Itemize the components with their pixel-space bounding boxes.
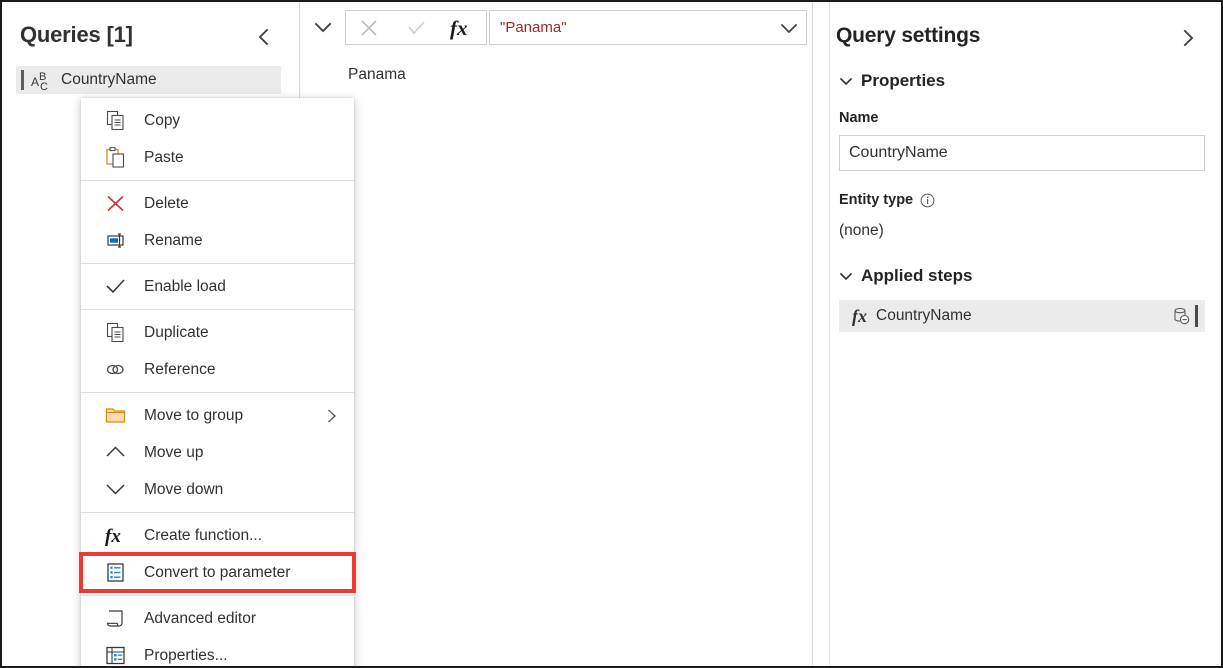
menu-item-label: Move up [144,443,204,461]
query-settings-pane: Query settings Properties Name Entity ty… [813,2,1221,666]
query-list-item-label: CountryName [61,71,157,88]
name-field-label: Name [839,110,879,126]
query-settings-title: Query settings [836,24,981,47]
menu-item-rename[interactable]: Rename [81,222,354,259]
query-list-item-countryname[interactable]: A B C CountryName [16,66,281,94]
advanced-editor-scroll-icon [98,607,132,630]
formula-bar-buttons: fx [345,10,487,45]
duplicate-icon [98,321,132,344]
preview-cell-value: Panama [348,66,406,83]
menu-item-move-down[interactable]: Move down [81,471,354,508]
menu-item-reference[interactable]: Reference [81,351,354,388]
chevron-right-icon [324,408,340,424]
menu-item-label: Enable load [144,277,226,295]
query-context-menu: Copy Paste Delete Rename Enable load Dup… [79,98,356,666]
menu-item-label: Convert to parameter [144,563,291,581]
applied-steps-section-label: Applied steps [861,266,973,285]
reference-link-icon [98,358,132,381]
entity-type-value: (none) [839,222,884,239]
menu-separator [81,309,354,310]
chevron-down-icon [98,478,132,501]
chevron-right-icon[interactable] [1178,27,1200,49]
menu-separator [81,595,354,596]
paste-icon [98,146,132,169]
settings-inner-divider [829,2,830,666]
accept-check-icon[interactable] [393,11,440,44]
delete-x-icon [98,192,132,215]
menu-item-label: Rename [144,231,203,249]
queries-header: Queries [1] [2,16,298,60]
folder-icon [98,404,132,427]
selection-accent-bar [21,70,24,90]
properties-section-header[interactable]: Properties [839,71,945,91]
queries-title: Queries [1] [20,22,133,47]
chevron-up-icon [98,441,132,464]
abc-text-type-icon: A B C [31,69,57,93]
parameter-list-icon [98,561,132,584]
step-cursor-bar [1195,305,1198,327]
data-source-settings-icon[interactable] [1171,306,1191,326]
menu-item-convert-to-parameter[interactable]: Convert to parameter [79,552,356,593]
rename-icon [98,229,132,252]
menu-item-label: Move down [144,480,224,498]
menu-separator [81,512,354,513]
properties-table-icon [98,644,132,666]
fx-icon[interactable]: fx [439,11,486,44]
formula-bar-expand-chevron-down-icon[interactable] [310,14,336,40]
menu-item-advanced-editor[interactable]: Advanced editor [81,600,354,637]
menu-item-enable-load[interactable]: Enable load [81,268,354,305]
properties-section-label: Properties [861,71,946,90]
formula-bar-input[interactable] [490,11,772,44]
menu-item-move-up[interactable]: Move up [81,434,354,471]
chevron-left-icon[interactable] [253,26,275,48]
formula-bar-input-wrap [489,10,807,45]
menu-separator [81,180,354,181]
applied-step-row[interactable]: fx CountryName [839,300,1205,332]
menu-item-label: Delete [144,194,189,212]
menu-item-label: Properties... [144,646,228,664]
copy-icon [98,109,132,132]
menu-item-properties[interactable]: Properties... [81,637,354,666]
applied-steps-section-header[interactable]: Applied steps [839,266,972,286]
svg-text:fx: fx [105,526,121,547]
menu-item-label: Copy [144,111,181,129]
checkmark-icon [98,275,132,298]
fx-icon: fx [98,524,132,548]
chevron-down-icon [839,74,853,88]
menu-separator [81,263,354,264]
svg-text:C: C [40,81,48,91]
svg-text:fx: fx [450,16,468,40]
menu-item-delete[interactable]: Delete [81,185,354,222]
menu-item-move-to-group[interactable]: Move to group [81,397,354,434]
menu-item-label: Advanced editor [144,609,257,627]
fx-icon: fx [852,305,867,326]
menu-item-label: Paste [144,148,184,166]
svg-text:A: A [31,75,39,89]
menu-item-create-function[interactable]: fx Create function... [81,517,354,554]
menu-item-copy[interactable]: Copy [81,102,354,139]
entity-type-label: Entity type [839,192,914,208]
power-query-editor-window: Queries [1] A B C CountryName fx "Panama… [0,0,1223,668]
menu-item-label: Duplicate [144,323,209,341]
name-input[interactable] [839,135,1205,171]
menu-item-label: Create function... [144,526,263,544]
menu-item-label: Reference [144,360,216,378]
chevron-down-icon [839,269,853,283]
cancel-x-icon[interactable] [346,11,393,44]
applied-step-label: CountryName [876,307,972,324]
preview-pane: fx Panama [300,2,812,666]
formula-bar-chevron-down-icon[interactable] [772,11,806,44]
entity-type-row: Entity type [839,192,935,208]
menu-item-label: Move to group [144,406,244,424]
info-icon[interactable] [920,193,935,208]
menu-separator [81,392,354,393]
menu-item-paste[interactable]: Paste [81,139,354,176]
menu-item-duplicate[interactable]: Duplicate [81,314,354,351]
